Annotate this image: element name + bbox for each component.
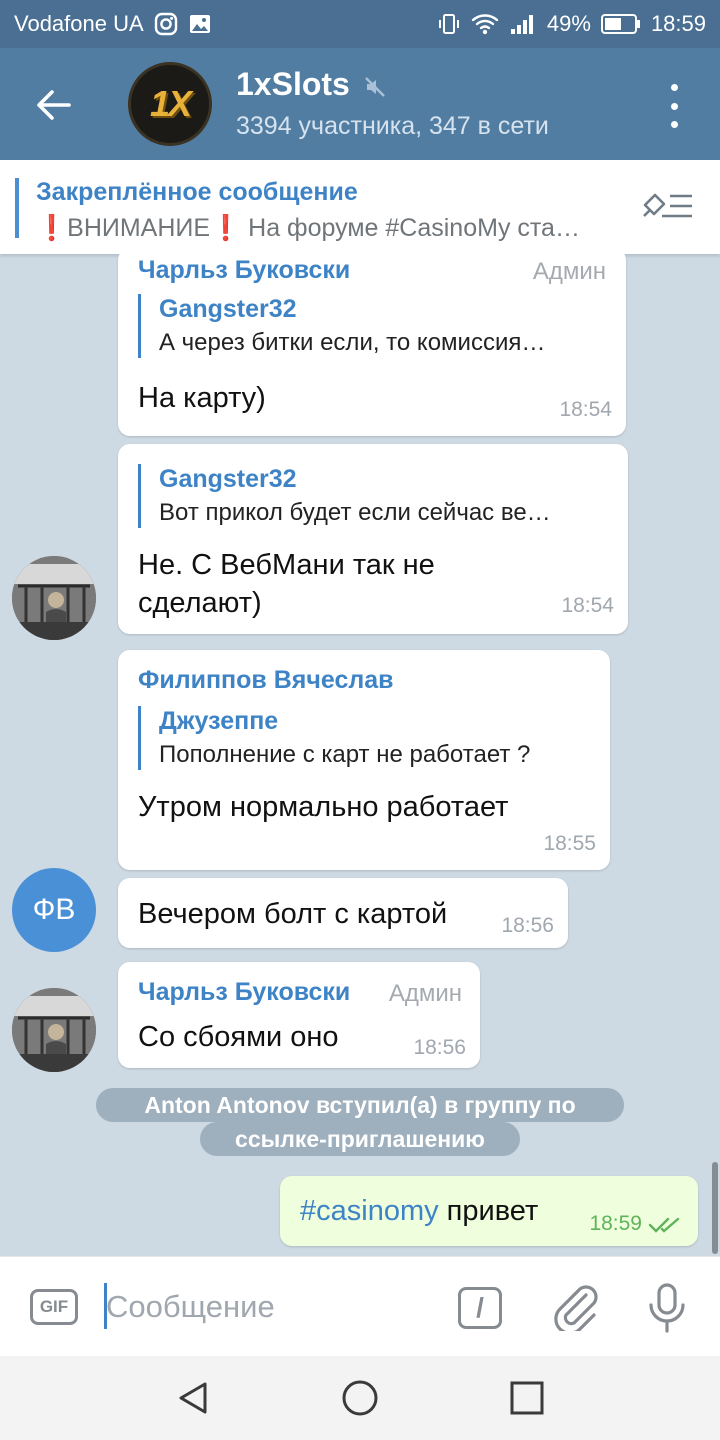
admin-badge: Админ — [532, 258, 606, 285]
message-text-line: сделают) — [138, 587, 262, 619]
battery-icon — [600, 13, 641, 35]
message-text: #casinomy привет — [300, 1192, 538, 1230]
message-text: Со сбоями оно — [138, 1021, 339, 1053]
reply-quote[interactable]: Gangster32 А через битки если, то комисс… — [138, 294, 608, 358]
pinned-text-rest: На форуме #CasinoMy ста… — [241, 214, 580, 242]
double-check-icon — [648, 1217, 680, 1233]
message-time: 18:54 — [561, 594, 614, 617]
pinned-message[interactable]: Закреплённое сообщение ❗ВНИМАНИЕ❗ На фор… — [0, 160, 720, 254]
hashtag-link[interactable]: #casinomy — [300, 1195, 439, 1227]
message-bubble[interactable]: Филиппов Вячеслав Джузеппе Пополнение с … — [118, 650, 610, 870]
message-text: Утром нормально работает — [138, 791, 509, 823]
vibrate-icon — [437, 12, 461, 36]
carrier-name: Vodafone UA — [14, 11, 144, 36]
message-text-rest: привет — [438, 1195, 539, 1227]
gallery-icon — [188, 12, 212, 36]
instagram-icon — [154, 12, 178, 36]
more-vert-icon[interactable] — [664, 84, 684, 128]
attach-button[interactable] — [552, 1285, 600, 1335]
chat-subtitle: 3394 участника, 347 в сети — [236, 112, 549, 140]
admin-badge: Админ — [388, 980, 462, 1007]
avatar-photo — [12, 988, 96, 1072]
wifi-icon — [471, 12, 499, 36]
message-list[interactable]: Чарльз Буковски Админ Gangster32 А через… — [0, 254, 720, 1256]
reply-text: Пополнение с карт не работает ? — [159, 741, 531, 768]
message-text: Вечером болт с картой — [138, 898, 448, 930]
command-label: / — [476, 1292, 484, 1323]
message-time: 18:59 — [589, 1212, 642, 1235]
signal-icon — [509, 12, 537, 36]
exclamation-icon: ❗ — [36, 214, 68, 242]
pinned-text: ❗ВНИМАНИЕ❗ На форуме #CasinoMy ста… — [36, 214, 626, 243]
service-message-line: Anton Antonov вступил(а) в группу по — [144, 1092, 576, 1118]
message-bubble[interactable]: Gangster32 Вот прикол будет если сейчас … — [118, 444, 628, 634]
message-time: 18:56 — [413, 1036, 466, 1059]
reply-quote[interactable]: Gangster32 Вот прикол будет если сейчас … — [138, 464, 608, 528]
message-sender[interactable]: Филиппов Вячеслав — [138, 666, 394, 695]
pin-list-icon[interactable] — [642, 188, 696, 229]
message-time: 18:54 — [559, 398, 612, 421]
microphone-icon — [649, 1283, 685, 1333]
scrollbar[interactable] — [712, 1162, 718, 1254]
message-composer: GIF / — [0, 1256, 720, 1356]
reply-author: Джузеппе — [159, 707, 279, 735]
service-message: Anton Antonov вступил(а) в группу по — [96, 1088, 624, 1122]
avatar[interactable] — [12, 556, 96, 640]
message-time: 18:56 — [501, 914, 554, 937]
message-sender[interactable]: Чарльз Буковски — [138, 978, 350, 1007]
voice-record-button[interactable] — [644, 1283, 690, 1333]
paperclip-icon — [554, 1285, 598, 1335]
service-message: ссылке-приглашению — [200, 1122, 520, 1156]
chat-title[interactable]: 1xSlots — [236, 66, 350, 103]
outgoing-message-bubble[interactable]: #casinomy привет 18:59 — [280, 1176, 698, 1246]
service-message-line: ссылке-приглашению — [235, 1126, 485, 1152]
message-input[interactable] — [106, 1285, 436, 1329]
pinned-title: Закреплённое сообщение — [36, 178, 358, 206]
reply-author: Gangster32 — [159, 465, 297, 493]
reply-author: Gangster32 — [159, 295, 297, 323]
pinned-warning: ВНИМАНИЕ — [67, 214, 211, 242]
message-text: На карту) — [138, 382, 266, 414]
nav-back-icon[interactable] — [173, 1378, 213, 1418]
nav-recents-icon[interactable] — [507, 1378, 547, 1418]
chat-header: 1X 1xSlots 3394 участника, 347 в сети — [0, 48, 720, 160]
back-button[interactable] — [28, 80, 78, 130]
avatar[interactable]: ФВ — [12, 868, 96, 952]
gif-button[interactable]: GIF — [30, 1289, 78, 1325]
clock: 18:59 — [650, 11, 706, 36]
battery-percent: 49% — [546, 11, 591, 36]
avatar[interactable] — [12, 988, 96, 1072]
reply-quote[interactable]: Джузеппе Пополнение с карт не работает ? — [138, 706, 594, 770]
arrow-left-icon — [37, 90, 71, 120]
exclamation-icon: ❗ — [210, 214, 242, 242]
pinned-accent-bar — [15, 178, 19, 238]
mute-icon — [365, 77, 385, 97]
avatar-logo-text: 1X — [149, 83, 192, 124]
reply-text: Вот прикол будет если сейчас ве… — [159, 499, 551, 526]
bot-command-button[interactable]: / — [458, 1287, 502, 1329]
system-navigation-bar — [0, 1356, 720, 1440]
message-sender[interactable]: Чарльз Буковски — [138, 256, 350, 285]
reply-text: А через битки если, то комиссия… — [159, 329, 546, 356]
message-text: Не. С ВебМани так не сделают) — [138, 546, 435, 622]
message-bubble[interactable]: Чарльз Буковски Админ Gangster32 А через… — [118, 254, 626, 436]
status-bar: Vodafone UA 49% 18:59 — [0, 0, 720, 48]
nav-home-icon[interactable] — [340, 1378, 380, 1418]
message-text-line: Не. С ВебМани так не — [138, 549, 435, 581]
message-bubble[interactable]: Вечером болт с картой 18:56 — [118, 878, 568, 948]
message-time: 18:55 — [543, 832, 596, 855]
avatar-photo — [12, 556, 96, 640]
chat-avatar[interactable]: 1X — [128, 62, 212, 146]
message-bubble[interactable]: Чарльз Буковски Админ Со сбоями оно 18:5… — [118, 962, 480, 1068]
